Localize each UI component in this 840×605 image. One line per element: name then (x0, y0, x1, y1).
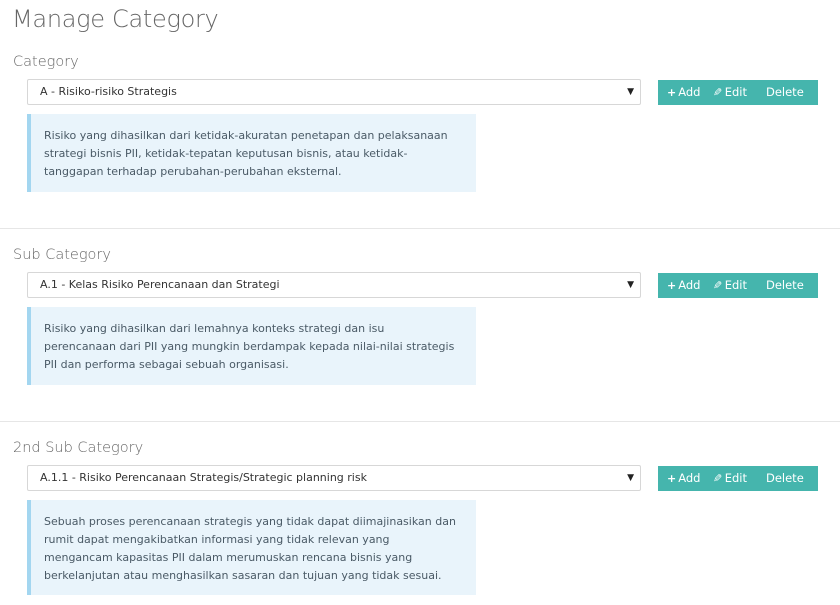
second-sub-category-edit-button[interactable]: ✎ Edit (713, 466, 747, 491)
edit-label: Edit (724, 278, 747, 292)
sub-category-description: Risiko yang dihasilkan dari lemahnya kon… (27, 307, 476, 385)
edit-label: Edit (724, 471, 747, 485)
sub-category-label: Sub Category (13, 247, 111, 263)
edit-label: Edit (724, 85, 747, 99)
category-edit-button[interactable]: ✎ Edit (713, 80, 747, 105)
sub-category-edit-button[interactable]: ✎ Edit (713, 273, 747, 298)
category-add-button[interactable]: + Add (667, 80, 700, 105)
dropdown-arrow-icon: ▼ (627, 473, 634, 483)
second-sub-category-select[interactable]: A.1.1 - Risiko Perencanaan Strategis/Str… (27, 465, 641, 491)
plus-icon: + (667, 86, 677, 99)
sub-category-description-text: Risiko yang dihasilkan dari lemahnya kon… (44, 322, 455, 371)
second-sub-category-label: 2nd Sub Category (13, 440, 144, 456)
plus-icon: + (667, 472, 677, 485)
pencil-icon: ✎ (713, 86, 723, 99)
second-sub-category-delete-button[interactable]: Delete (766, 466, 804, 491)
sub-category-actions: + Add ✎ Edit Delete (658, 273, 818, 298)
category-select[interactable]: A - Risiko-risiko Strategis ▼ (27, 79, 641, 105)
plus-icon: + (667, 279, 677, 292)
sub-category-add-button[interactable]: + Add (667, 273, 700, 298)
add-label: Add (678, 471, 701, 485)
sub-category-select-value: A.1 - Kelas Risiko Perencanaan dan Strat… (40, 278, 280, 291)
add-label: Add (678, 278, 701, 292)
add-label: Add (678, 85, 701, 99)
category-description-text: Risiko yang dihasilkan dari ketidak-akur… (44, 129, 448, 178)
section-divider (0, 228, 840, 229)
pencil-icon: ✎ (713, 472, 723, 485)
second-sub-category-select-value: A.1.1 - Risiko Perencanaan Strategis/Str… (40, 471, 367, 484)
category-description: Risiko yang dihasilkan dari ketidak-akur… (27, 114, 476, 192)
delete-label: Delete (765, 278, 804, 292)
sub-category-section: Sub Category A.1 - Kelas Risiko Perencan… (0, 247, 840, 397)
sub-category-delete-button[interactable]: Delete (766, 273, 804, 298)
category-select-value: A - Risiko-risiko Strategis (40, 85, 177, 98)
dropdown-arrow-icon: ▼ (627, 280, 634, 290)
second-sub-category-description: Sebuah proses perencanaan strategis yang… (27, 500, 476, 595)
pencil-icon: ✎ (713, 279, 723, 292)
delete-label: Delete (765, 85, 804, 99)
category-actions: + Add ✎ Edit Delete (658, 80, 818, 105)
second-sub-category-section: 2nd Sub Category A.1.1 - Risiko Perencan… (0, 440, 840, 600)
section-divider (0, 421, 840, 422)
category-label: Category (13, 54, 79, 70)
category-delete-button[interactable]: Delete (766, 80, 804, 105)
sub-category-select[interactable]: A.1 - Kelas Risiko Perencanaan dan Strat… (27, 272, 641, 298)
delete-label: Delete (765, 471, 804, 485)
dropdown-arrow-icon: ▼ (627, 87, 634, 97)
second-sub-category-description-text: Sebuah proses perencanaan strategis yang… (44, 515, 456, 582)
category-section: Category A - Risiko-risiko Strategis ▼ +… (0, 54, 840, 204)
second-sub-category-add-button[interactable]: + Add (667, 466, 700, 491)
second-sub-category-actions: + Add ✎ Edit Delete (658, 466, 818, 491)
page-title: Manage Category (12, 5, 219, 33)
